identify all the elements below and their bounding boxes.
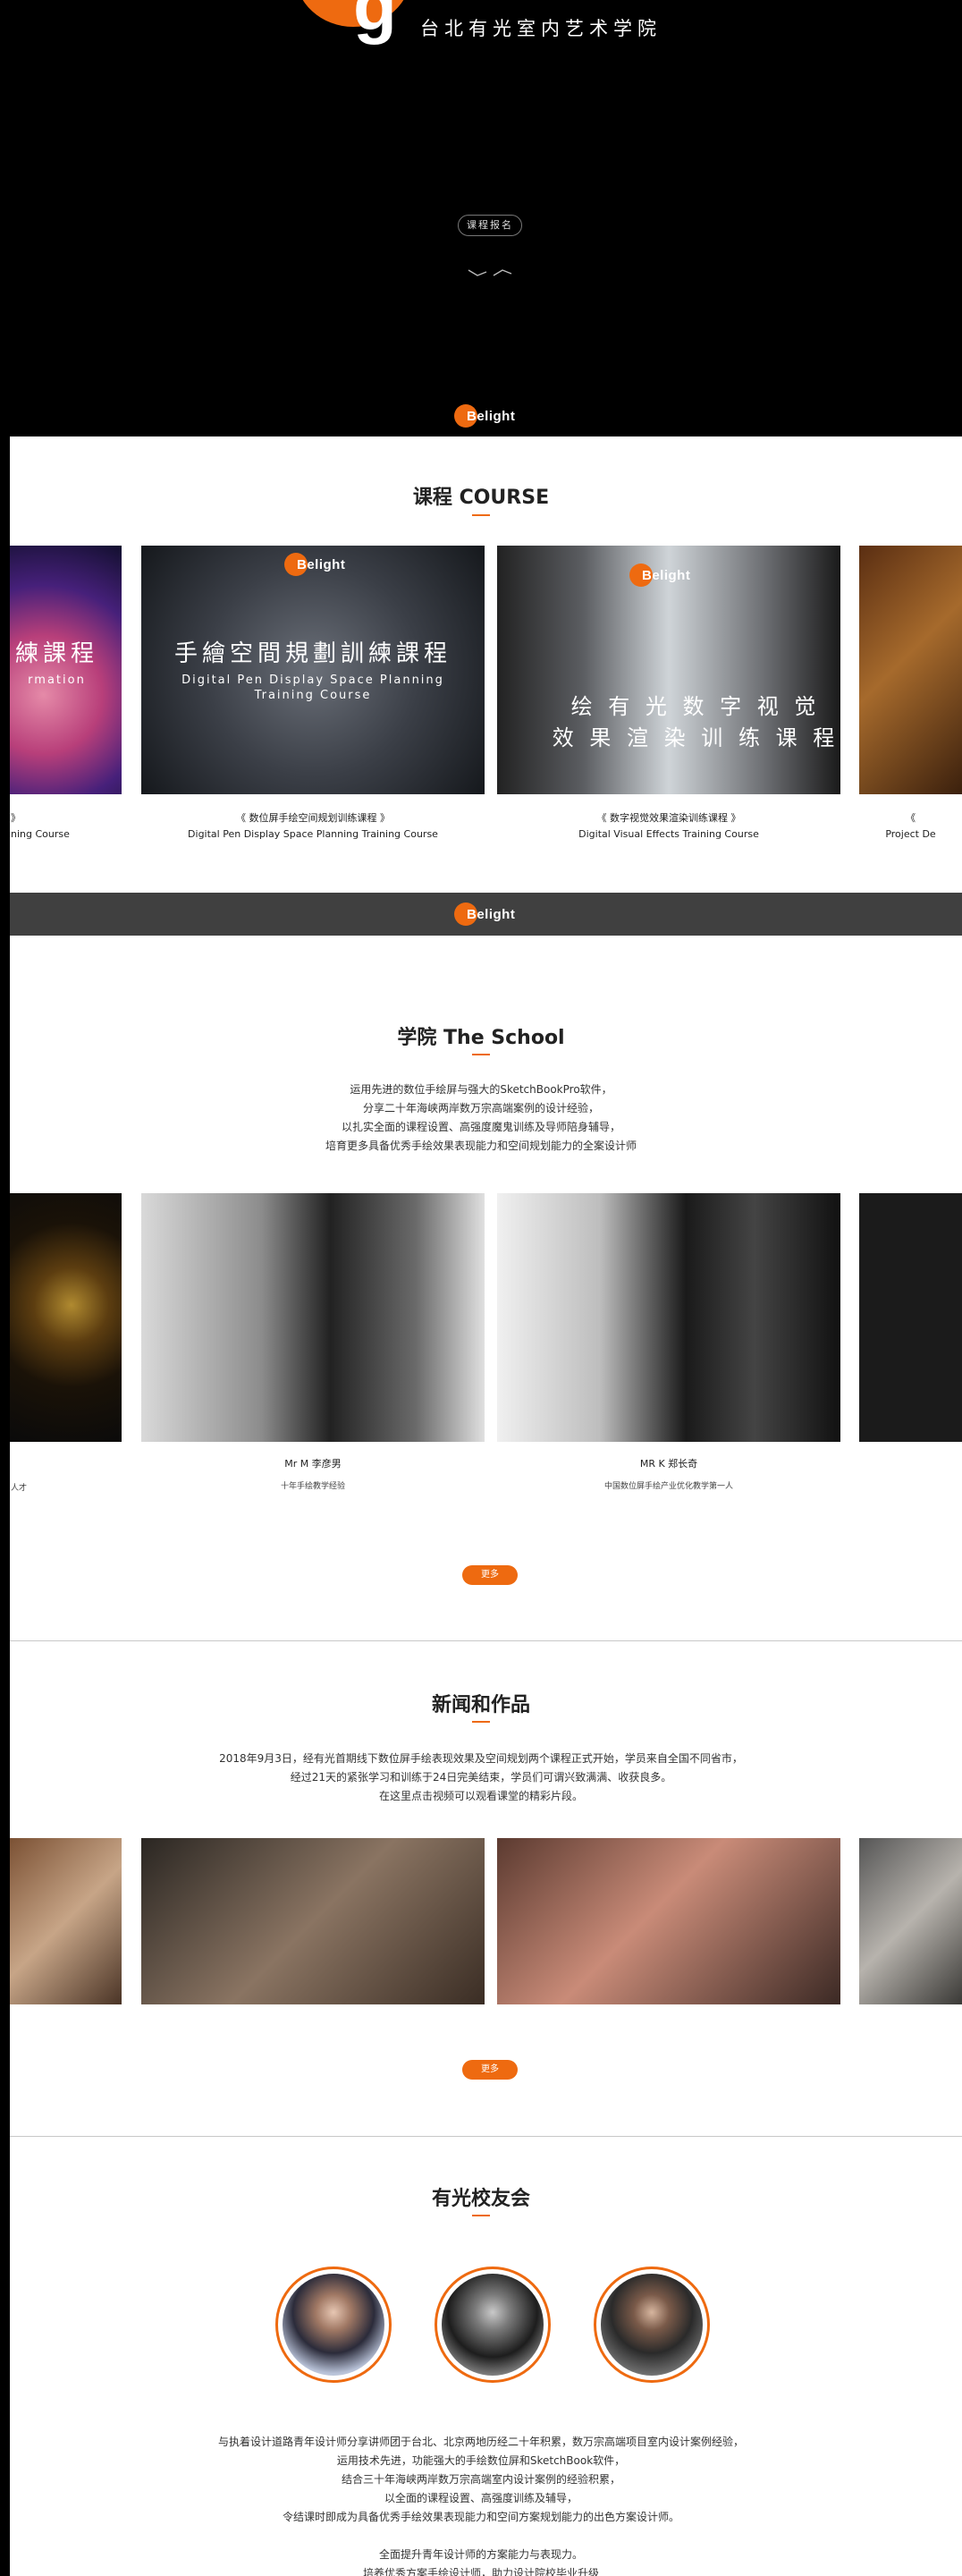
course-card-partial-left[interactable]: 練課程 rmation <box>10 546 122 794</box>
teacher-name: MR K 郑长奇 <box>639 1458 698 1470</box>
news-photo[interactable] <box>141 1838 485 2004</box>
register-button[interactable]: 课程报名 <box>458 215 522 236</box>
school-title-underline <box>472 1054 490 1055</box>
school-more-button[interactable]: 更多 <box>462 1565 518 1585</box>
news-title: 新闻和作品 <box>431 1694 530 1716</box>
news-title-underline <box>472 1721 490 1723</box>
course-caption-cn: 《 <box>906 812 916 824</box>
course-caption-en: ning Course <box>11 828 70 840</box>
alumni-avatar[interactable] <box>594 2267 710 2383</box>
teacher-card-zheng[interactable] <box>497 1193 840 1442</box>
left-edge-bar <box>0 0 10 2576</box>
teacher-desc: 中国数位屏手绘产业优化教学第一人 <box>603 1482 733 1491</box>
teacher-desc: 十年手绘教学经验 <box>280 1482 345 1491</box>
course-caption-cn: 《 数位屏手绘空间规划训练课程 》 <box>236 812 390 824</box>
alumni-title: 有光校友会 <box>431 2188 530 2210</box>
school-intro: 运用先进的数位手绘屏与强大的SketchBookPro软件， 分享二十年海峡两岸… <box>325 1083 637 1152</box>
course-caption-en: Digital Visual Effects Training Course <box>578 828 759 840</box>
course-caption-en: Project De <box>885 828 936 840</box>
course-caption-en: Digital Pen Display Space Planning Train… <box>188 828 438 840</box>
teacher-card-partial-left[interactable] <box>10 1193 122 1442</box>
alumni-avatar[interactable] <box>435 2267 551 2383</box>
news-intro: 2018年9月3日，经有光首期线下数位屏手绘表现效果及空间规划两个课程正式开始，… <box>219 1752 743 1802</box>
section-divider <box>10 1640 962 1641</box>
brand-band: Belight <box>0 893 962 936</box>
course-title: 课程 COURSE <box>412 487 550 509</box>
course-title-underline <box>472 514 490 516</box>
teacher-card-partial-right[interactable] <box>859 1193 962 1442</box>
course-card-space-planning[interactable]: Belight 手繪空間規劃訓練課程 Digital Pen Display S… <box>141 546 485 794</box>
news-photo-partial-left[interactable] <box>10 1838 122 2004</box>
alumni-title-underline <box>472 2215 490 2216</box>
course-caption-cn: 《 数字视觉效果渲染训练课程 》 <box>596 812 741 824</box>
teacher-card-li[interactable] <box>141 1193 485 1442</box>
course-card-visual-effects[interactable]: Belight 绘 有 光 数 字 视 觉 效 果 渲 染 训 练 课 程 <box>497 546 840 794</box>
scroll-down-icon[interactable] <box>465 265 515 283</box>
section-divider <box>10 2136 962 2137</box>
alumni-avatar[interactable] <box>275 2267 392 2383</box>
teacher-name: Mr M 李彦男 <box>284 1458 342 1470</box>
news-photo-partial-right[interactable] <box>859 1838 962 2004</box>
hero-banner: g 台北有光室内艺术学院 课程报名 Belight <box>0 0 962 436</box>
news-photo[interactable] <box>497 1838 840 2004</box>
school-title: 学院 The School <box>397 1027 565 1049</box>
hero-subtitle: 台北有光室内艺术学院 <box>420 18 662 39</box>
course-card-partial-right[interactable] <box>859 546 962 794</box>
logo-letter: g <box>353 0 397 45</box>
brand-logo: Belight <box>454 404 515 428</box>
news-more-button[interactable]: 更多 <box>462 2060 518 2080</box>
alumni-intro: 与执着设计道路青年设计师分享讲师团于台北、北京两地历经二十年积累，数万宗高端项目… <box>217 2436 744 2576</box>
